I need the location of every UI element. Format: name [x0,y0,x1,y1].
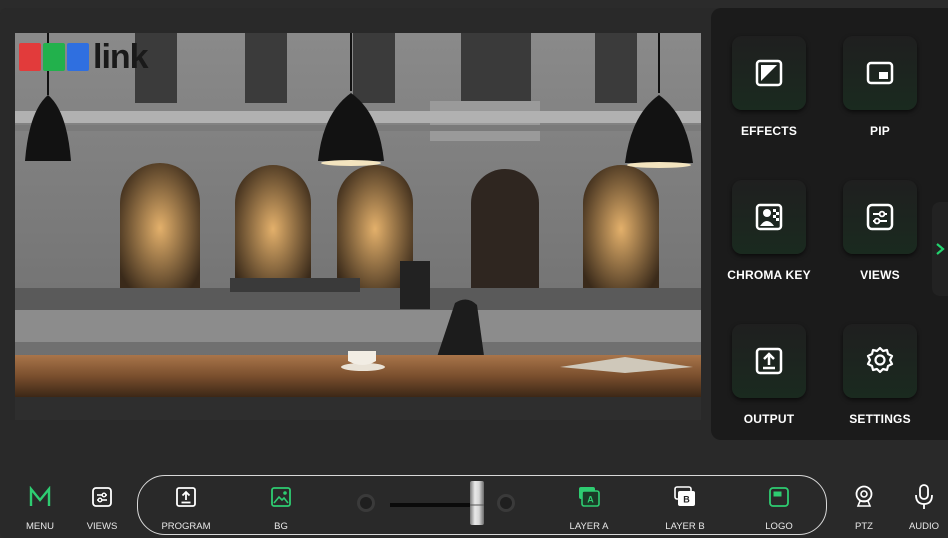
views-icon [92,487,112,507]
menu-button[interactable]: MENU [10,483,70,532]
pip-button[interactable] [843,36,917,110]
effects-label: EFFECTS [740,124,798,138]
pip-label: PIP [870,124,890,138]
function-panel: EFFECTS PIP CHROMA KEY VIEWS OUTPUT SETT… [711,8,948,440]
views-tile[interactable]: VIEWS [825,180,935,282]
layer-b-label: LAYER B [665,521,705,532]
video-preview[interactable]: link [15,33,701,420]
brand-logo-g-block [43,43,65,71]
views-icon [866,203,894,231]
layer-b-icon: B [674,486,695,506]
layer-a-label: LAYER A [569,521,609,532]
settings-label: SETTINGS [849,412,911,426]
ptz-button[interactable]: PTZ [834,483,894,532]
ptz-camera-icon [855,485,873,507]
logo-button[interactable]: LOGO [749,483,809,532]
svg-text:A: A [587,495,594,505]
output-label: OUTPUT [743,412,795,426]
program-output-icon [176,487,196,507]
layer-b-button[interactable]: B LAYER B [655,483,715,532]
chroma-key-icon [755,203,783,231]
pip-tile[interactable]: PIP [825,36,935,138]
tbar-handle [470,481,484,525]
chroma-key-button[interactable] [732,180,806,254]
brand-logo-r-block [19,43,41,71]
layer-a-button[interactable]: A LAYER A [559,483,619,532]
menu-m-icon [29,486,51,506]
views-label: VIEWS [86,521,118,532]
menu-label: MENU [26,521,54,532]
chevron-right-icon [936,243,945,255]
output-button[interactable] [732,324,806,398]
settings-gear-icon [866,346,894,374]
brand-logo-text: link [93,38,149,76]
panel-expand-handle[interactable] [932,202,948,296]
views-panel-button[interactable] [843,180,917,254]
chroma-key-label: CHROMA KEY [727,268,811,282]
ptz-label: PTZ [855,521,873,532]
preview-scene [15,33,701,420]
bottom-toolbar: MENU VIEWS PROGRAM BG A LAYER A B LAYER … [0,475,948,538]
views-label: VIEWS [860,268,900,282]
brand-logo-b-block [67,43,89,71]
settings-button[interactable] [843,324,917,398]
image-icon [271,487,291,507]
svg-text:B: B [683,495,690,505]
brand-logo: link [19,38,149,76]
program-label: PROGRAM [161,521,211,532]
microphone-icon [915,484,933,509]
settings-tile[interactable]: SETTINGS [825,324,935,426]
bg-button[interactable]: BG [251,483,311,532]
audio-label: AUDIO [908,521,940,532]
program-button[interactable]: PROGRAM [156,483,216,532]
effects-tile[interactable]: EFFECTS [714,36,824,138]
pip-icon [866,61,894,85]
audio-button[interactable]: AUDIO [894,483,948,532]
logo-layer-icon [769,487,789,507]
effects-button[interactable] [732,36,806,110]
output-icon [755,347,783,375]
tbar-slider [357,481,515,525]
layer-a-icon: A [579,487,600,507]
views-button[interactable]: VIEWS [72,483,132,532]
bg-label: BG [274,521,288,532]
effects-icon [755,59,783,87]
logo-label: LOGO [765,521,793,532]
tbar-fader[interactable] [352,481,520,525]
chroma-key-tile[interactable]: CHROMA KEY [714,180,824,282]
output-tile[interactable]: OUTPUT [714,324,824,426]
